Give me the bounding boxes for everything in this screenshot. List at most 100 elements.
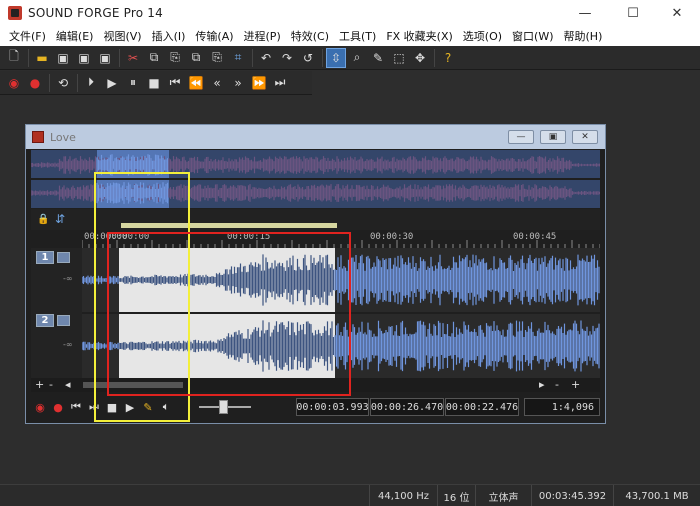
record-icon[interactable]: ● (25, 73, 45, 93)
scroll-right-button[interactable]: ▸ (539, 378, 545, 391)
envelope-tool-icon[interactable]: ✥ (410, 48, 430, 68)
go-to-start-icon[interactable]: ⏮ (165, 73, 185, 93)
dw-go-to-start-icon[interactable]: ⏮ (67, 398, 85, 416)
toolbar-separator (119, 48, 120, 67)
pencil-tool-icon[interactable]: ✎ (368, 48, 388, 68)
scroll-left-button[interactable]: ◂ (65, 378, 71, 391)
menu-transport[interactable]: 传输(A) (190, 28, 238, 44)
rewind-fast-icon[interactable]: « (207, 73, 227, 93)
status-channels: 立体声 (475, 485, 531, 506)
minimize-button[interactable]: — (562, 0, 608, 26)
go-to-end-icon[interactable]: ⏭ (270, 73, 290, 93)
undo-icon[interactable]: ↶ (256, 48, 276, 68)
play-icon[interactable]: ▶ (102, 73, 122, 93)
app-title: SOUND FORGE Pro 14 (28, 6, 163, 20)
status-sample-rate: 44,100 Hz (369, 485, 437, 506)
channel-1-mute-button[interactable] (57, 252, 70, 263)
close-button[interactable]: ✕ (654, 0, 700, 26)
channel-2-db: -∞ (63, 340, 73, 349)
menu-tools[interactable]: 工具(T) (334, 28, 381, 44)
data-window-icon (32, 131, 44, 143)
dw-record-arm-icon[interactable]: ◉ (31, 398, 49, 416)
toolbar-separator (77, 73, 78, 92)
play-all-icon[interactable]: ⏵ (81, 73, 101, 93)
lock-icon[interactable]: 🔒 (37, 214, 49, 225)
red-highlight-box (107, 232, 351, 396)
rewind-icon[interactable]: ⏪ (186, 73, 206, 93)
status-bit-depth: 16 位 (437, 485, 475, 506)
pause-icon[interactable]: ⏸ (123, 73, 143, 93)
status-length: 00:03:45.392 (531, 485, 613, 506)
zoom-out-vertical-button[interactable]: - (49, 378, 53, 391)
menu-fx-favorites[interactable]: FX 收藏夹(X) (381, 28, 457, 44)
data-window-title-bar[interactable]: Love — ▣ ✕ (26, 125, 605, 149)
menu-edit[interactable]: 编辑(E) (51, 28, 99, 44)
menu-window[interactable]: 窗口(W) (507, 28, 558, 44)
data-window-close-button[interactable]: ✕ (572, 130, 598, 144)
status-free-space: 43,700.1 MB (613, 485, 700, 506)
status-bar: 44,100 Hz 16 位 立体声 00:03:45.392 43,700.1… (0, 484, 700, 506)
menu-help[interactable]: 帮助(H) (559, 28, 608, 44)
magnify-tool-icon[interactable]: ⌕ (347, 48, 367, 68)
repeat-icon[interactable]: ↺ (298, 48, 318, 68)
channel-1-number[interactable]: 1 (36, 251, 54, 264)
loop-icon[interactable]: ⟲ (53, 73, 73, 93)
help-pointer-icon[interactable]: ? (438, 48, 458, 68)
zoom-in-horizontal-button[interactable]: + (571, 378, 580, 391)
title-bar: SOUND FORGE Pro 14 — ☐ ✕ (0, 0, 700, 26)
save-icon[interactable]: ▣ (53, 48, 73, 68)
event-tool-icon[interactable]: ⬚ (389, 48, 409, 68)
menu-bar: 文件(F) 编辑(E) 视图(V) 插入(I) 传输(A) 进程(P) 特效(C… (0, 26, 700, 46)
data-window-minimize-button[interactable]: — (508, 130, 534, 144)
forward-icon[interactable]: » (228, 73, 248, 93)
ruler-label-30: 00:00:30 (370, 232, 414, 242)
zoom-out-horizontal-button[interactable]: - (555, 378, 559, 391)
maximize-button[interactable]: ☐ (610, 0, 656, 26)
slider-thumb[interactable] (219, 400, 228, 414)
edit-tool-icon[interactable]: ⇳ (326, 47, 346, 68)
channel-2-number[interactable]: 2 (36, 314, 54, 327)
zoom-ratio[interactable]: 1:4,096 (524, 398, 600, 416)
toolbar-separator (49, 73, 50, 92)
selection-start-time[interactable]: 00:00:03.993 (296, 398, 369, 416)
playhead-tool-icon[interactable]: ⇵ (55, 212, 65, 226)
open-folder-icon[interactable]: ▬ (32, 48, 52, 68)
record-arm-icon[interactable]: ◉ (4, 73, 24, 93)
toolbar-separator (252, 48, 253, 67)
mix-icon[interactable]: ⧉ (186, 48, 206, 68)
crop-icon[interactable]: ⌗ (228, 48, 248, 68)
menu-view[interactable]: 视图(V) (98, 28, 146, 44)
app-logo-icon (8, 6, 22, 20)
new-file-icon[interactable]: 🗋 (4, 48, 24, 68)
zoom-in-vertical-button[interactable]: + (35, 378, 44, 391)
selection-end-time[interactable]: 00:00:26.470 (370, 398, 444, 416)
cut-icon[interactable]: ✂ (123, 48, 143, 68)
paste-special-icon[interactable]: ⎘ (207, 48, 227, 68)
playback-rate-slider[interactable] (199, 398, 251, 416)
channel-2-mute-button[interactable] (57, 315, 70, 326)
menu-process[interactable]: 进程(P) (239, 28, 286, 44)
menu-options[interactable]: 选项(O) (458, 28, 507, 44)
paste-icon[interactable]: ⎘ (165, 48, 185, 68)
toolbar-separator (28, 48, 29, 67)
menu-file[interactable]: 文件(F) (4, 28, 51, 44)
ruler-label-45: 00:00:45 (513, 232, 557, 242)
redo-icon[interactable]: ↷ (277, 48, 297, 68)
copy-icon[interactable]: ⧉ (144, 48, 164, 68)
standard-toolbar: 🗋 ▬ ▣ ▣ ▣ ✂ ⧉ ⎘ ⧉ ⎘ ⌗ ↶ ↷ ↺ ⇳ ⌕ ✎ ⬚ ✥ ? (0, 46, 700, 70)
channel-1-db: -∞ (63, 274, 73, 283)
stop-icon[interactable]: ■ (144, 73, 164, 93)
toolbar-separator (322, 48, 323, 67)
transport-toolbar: ◉ ● ⟲ ⏵ ▶ ⏸ ■ ⏮ ⏪ « » ⏩ ⏭ (0, 71, 312, 95)
save-as-icon[interactable]: ▣ (74, 48, 94, 68)
forward-fast-icon[interactable]: ⏩ (249, 73, 269, 93)
save-all-icon[interactable]: ▣ (95, 48, 115, 68)
menu-insert[interactable]: 插入(I) (147, 28, 191, 44)
toolbar-separator (434, 48, 435, 67)
data-window-restore-button[interactable]: ▣ (540, 130, 566, 144)
selection-length-time[interactable]: 00:00:22.476 (445, 398, 519, 416)
channel-panel: 1 -∞ 2 -∞ (31, 248, 82, 378)
menu-effects[interactable]: 特效(C) (286, 28, 334, 44)
dw-record-icon[interactable]: ● (49, 398, 67, 416)
data-window-title: Love (50, 130, 76, 144)
